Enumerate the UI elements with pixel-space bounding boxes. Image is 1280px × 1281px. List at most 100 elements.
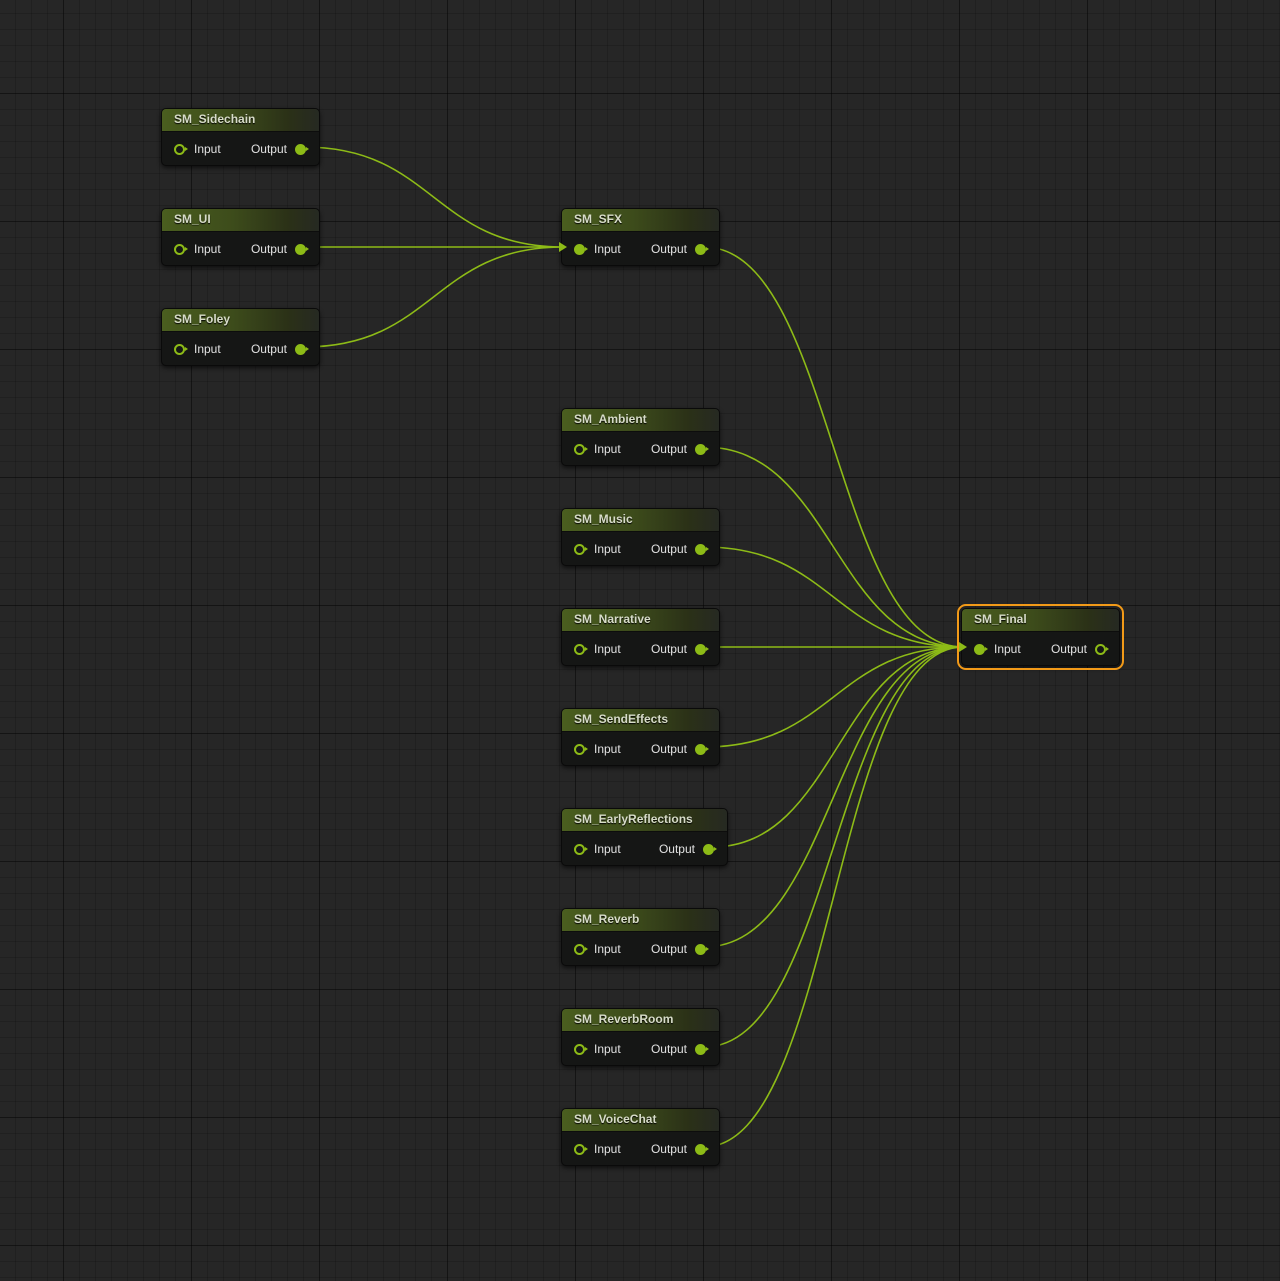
graph-canvas[interactable]: SM_Sidechain Input Output SM_UI Input Output S… [0, 0, 1280, 1281]
node-narrative[interactable]: SM_Narrative Input Output [561, 608, 720, 666]
node-title: SM_Foley [162, 309, 319, 332]
wire-earlyreflections-to-final[interactable] [711, 646, 964, 848]
node-reverb[interactable]: SM_Reverb Input Output [561, 908, 720, 966]
pin-circle-icon [695, 1044, 706, 1055]
input-pin-icon[interactable] [574, 1044, 588, 1055]
node-body: Input Output [562, 232, 719, 266]
input-pin-icon[interactable] [574, 544, 588, 555]
input-pin-label: Input [594, 642, 621, 656]
input-pin-icon[interactable] [174, 144, 188, 155]
wire-sfx-to-final[interactable] [703, 246, 964, 648]
node-body: Input Output [562, 932, 719, 966]
node-voicechat[interactable]: SM_VoiceChat Input Output [561, 1108, 720, 1166]
pin-arrow-icon [706, 447, 709, 451]
pin-circle-icon [695, 644, 706, 655]
input-pin-icon[interactable] [574, 1144, 588, 1155]
node-body: Input Output [162, 132, 319, 166]
pin-circle-icon [574, 1044, 585, 1055]
output-pin-icon[interactable] [695, 1144, 709, 1155]
input-pin-icon[interactable] [574, 244, 588, 255]
input-pin-label: Input [594, 942, 621, 956]
node-body: Input Output [162, 332, 319, 366]
input-pin-label: Input [594, 742, 621, 756]
output-pin-label: Output [250, 142, 287, 156]
node-ui[interactable]: SM_UI Input Output [161, 208, 320, 266]
output-pin-label: Output [1050, 642, 1087, 656]
node-body: Input Output [562, 532, 719, 566]
node-sfx[interactable]: SM_SFX Input Output [561, 208, 720, 266]
output-pin-icon[interactable] [695, 744, 709, 755]
node-title: SM_ReverbRoom [562, 1009, 719, 1032]
output-pin-icon[interactable] [703, 844, 717, 855]
input-pin-icon[interactable] [574, 744, 588, 755]
pin-arrow-icon [706, 247, 709, 251]
node-title: SM_Ambient [562, 409, 719, 432]
input-pin-icon[interactable] [974, 644, 988, 655]
pin-circle-icon [695, 244, 706, 255]
node-body: Input Output [162, 232, 319, 266]
node-title: SM_Music [562, 509, 719, 532]
wire-reverbroom-to-final[interactable] [703, 646, 964, 1048]
input-pin-icon[interactable] [574, 644, 588, 655]
node-sidechain[interactable]: SM_Sidechain Input Output [161, 108, 320, 166]
wire-voicechat-to-final[interactable] [703, 646, 964, 1148]
pin-arrow-icon [585, 247, 588, 251]
output-pin-icon[interactable] [695, 544, 709, 555]
wire-foley-to-sfx[interactable] [303, 246, 564, 348]
pin-circle-icon [574, 644, 585, 655]
input-pin-icon[interactable] [574, 944, 588, 955]
node-foley[interactable]: SM_Foley Input Output [161, 308, 320, 366]
node-ambient[interactable]: SM_Ambient Input Output [561, 408, 720, 466]
output-pin-icon[interactable] [695, 244, 709, 255]
wire-reverb-to-final[interactable] [703, 646, 964, 948]
node-final[interactable]: SM_Final Input Output [957, 604, 1124, 670]
input-pin-icon[interactable] [174, 244, 188, 255]
input-pin-icon[interactable] [174, 344, 188, 355]
output-pin-icon[interactable] [295, 144, 309, 155]
wire-ambient-to-final[interactable] [703, 446, 964, 648]
output-pin-label: Output [250, 342, 287, 356]
pin-circle-icon [574, 844, 585, 855]
node-music[interactable]: SM_Music Input Output [561, 508, 720, 566]
pin-arrow-icon [185, 147, 188, 151]
pin-arrow-icon [706, 1147, 709, 1151]
pin-circle-icon [695, 744, 706, 755]
output-pin-icon[interactable] [295, 244, 309, 255]
output-pin-label: Output [650, 1142, 687, 1156]
pin-circle-icon [695, 1144, 706, 1155]
input-pin-label: Input [594, 842, 621, 856]
input-pin-label: Input [194, 142, 221, 156]
output-pin-icon[interactable] [695, 944, 709, 955]
output-pin-label: Output [650, 242, 687, 256]
input-pin-icon[interactable] [574, 844, 588, 855]
output-pin-icon[interactable] [295, 344, 309, 355]
pin-circle-icon [974, 644, 985, 655]
node-title: SM_UI [162, 209, 319, 232]
pin-arrow-icon [706, 1047, 709, 1051]
node-earlyreflections[interactable]: SM_EarlyReflections Input Output [561, 808, 728, 866]
output-pin-icon[interactable] [695, 644, 709, 655]
pin-arrow-icon [185, 347, 188, 351]
input-pin-label: Input [994, 642, 1021, 656]
input-pin-label: Input [594, 442, 621, 456]
pin-arrow-icon [585, 447, 588, 451]
output-pin-icon[interactable] [695, 1044, 709, 1055]
node-body: Input Output [562, 432, 719, 466]
output-pin-icon[interactable] [695, 444, 709, 455]
output-pin-label: Output [650, 942, 687, 956]
pin-arrow-icon [585, 647, 588, 651]
node-title: SM_Final [962, 609, 1119, 632]
pin-circle-icon [174, 344, 185, 355]
pin-circle-icon [574, 944, 585, 955]
wire-sidechain-to-sfx[interactable] [303, 146, 564, 248]
output-pin-label: Output [650, 542, 687, 556]
input-pin-icon[interactable] [574, 444, 588, 455]
input-pin-label: Input [194, 342, 221, 356]
output-pin-label: Output [250, 242, 287, 256]
node-title: SM_SendEffects [562, 709, 719, 732]
output-pin-icon[interactable] [1095, 644, 1109, 655]
node-reverbroom[interactable]: SM_ReverbRoom Input Output [561, 1008, 720, 1066]
pin-arrow-icon [185, 247, 188, 251]
node-sendeffects[interactable]: SM_SendEffects Input Output [561, 708, 720, 766]
pin-circle-icon [695, 444, 706, 455]
